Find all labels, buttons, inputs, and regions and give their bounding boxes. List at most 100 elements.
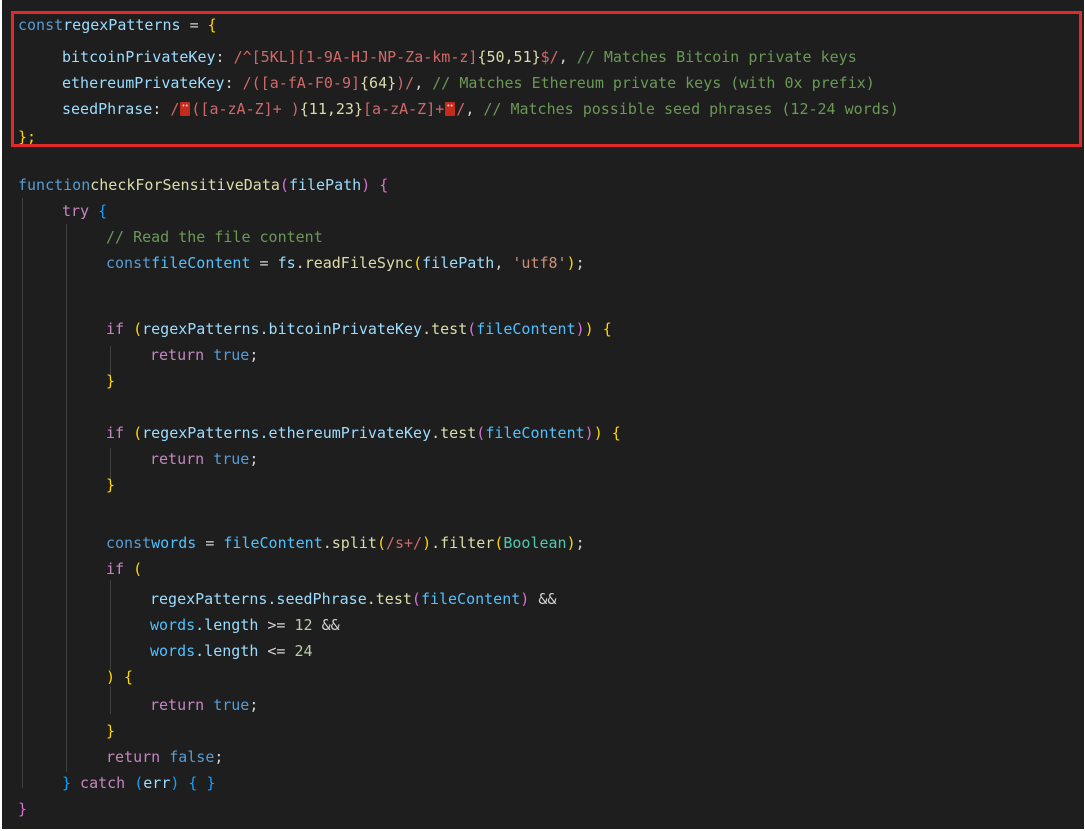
keyword-const: const — [106, 534, 152, 552]
identifier-words: words — [150, 642, 196, 660]
brace-open: { — [115, 668, 134, 686]
code-line-9: // Read the file content — [106, 224, 323, 250]
code-line-20: constwords = fileContent.split(/s+/).fil… — [106, 530, 585, 556]
keyword-catch: catch — [71, 774, 126, 792]
method-test: .test — [422, 320, 468, 338]
regex-part: [a-zA-Z]+ — [363, 100, 445, 118]
comment: // Matches Bitcoin private keys — [576, 48, 857, 66]
param-filePath: filePath — [288, 176, 362, 194]
method-filter: .filter — [431, 534, 495, 552]
comment: // Matches possible seed phrases (12-24 … — [483, 100, 899, 118]
identifier-words: words — [151, 534, 197, 552]
arg-fileContent: fileContent — [420, 590, 521, 608]
regex-quantifier: {50,51} — [477, 48, 541, 66]
code-line-26: return true; — [150, 692, 258, 718]
semicolon: ; — [214, 748, 224, 766]
keyword-function: function — [18, 176, 91, 194]
property-bitcoinPrivateKey: .bitcoinPrivateKey — [259, 320, 423, 338]
param-err: err — [143, 774, 171, 792]
number-24: 24 — [294, 642, 313, 660]
code-line-1: constregexPatterns = { — [18, 12, 217, 38]
identifier-regexPatterns: regexPatterns — [150, 590, 268, 608]
paren-open: ( — [124, 560, 143, 578]
code-line-3: ethereumPrivateKey: /([a-fA-F0-9]{64})/,… — [62, 70, 875, 96]
string-utf8: 'utf8' — [512, 254, 567, 272]
code-line-10: constfileContent = fs.readFileSync(fileP… — [106, 250, 585, 276]
code-line-18: } — [106, 472, 115, 498]
paren-open: ( — [413, 254, 423, 272]
code-line-8: try { — [62, 198, 107, 224]
arg-fileContent: fileContent — [476, 320, 576, 338]
dot: . — [295, 254, 305, 272]
colon: : — [152, 100, 171, 118]
class-Boolean: Boolean — [503, 534, 567, 552]
code-line-5: }; — [18, 124, 36, 150]
method-readFileSync: readFileSync — [304, 254, 414, 272]
brace-close: } — [62, 774, 72, 792]
brace-open: { — [593, 320, 612, 338]
code-line-25: ) { — [106, 664, 133, 690]
semicolon: ; — [575, 534, 585, 552]
semicolon: ; — [249, 346, 259, 364]
regex-quantifier: {64} — [360, 74, 397, 92]
identifier-regexPatterns: regexPatterns — [142, 424, 260, 442]
code-line-29: } catch (err) { } — [62, 770, 216, 796]
comment: // Matches Ethereum private keys (with 0… — [432, 74, 875, 92]
regex-part: / — [456, 100, 466, 118]
property-seedPhrase: .seedPhrase — [267, 590, 367, 608]
operator-and: && — [529, 590, 557, 608]
method-test: .test — [366, 590, 412, 608]
paren-open: ( — [376, 534, 386, 552]
code-line-2: bitcoinPrivateKey: /^[5KL][1-9A-HJ-NP-Za… — [62, 44, 857, 70]
paren-close: ) — [584, 320, 594, 338]
code-line-28: return false; — [106, 744, 223, 770]
paren-open: ( — [124, 320, 143, 338]
method-split: .split — [322, 534, 377, 552]
invalid-char-icon — [180, 99, 191, 116]
paren-open: ( — [467, 320, 477, 338]
indent-guide — [22, 198, 23, 788]
code-editor[interactable]: constregexPatterns = { bitcoinPrivateKey… — [2, 0, 1084, 829]
keyword-return: return — [150, 450, 205, 468]
identifier-fileContent: fileContent — [151, 254, 251, 272]
identifier-words: words — [150, 616, 196, 634]
comma: , — [414, 74, 433, 92]
brace-open: { — [370, 176, 389, 194]
arg-filePath: filePath — [422, 254, 495, 272]
comment: // Read the file content — [106, 228, 323, 246]
property-ethereumPrivateKey: ethereumPrivateKey — [62, 74, 225, 92]
code-line-13: return true; — [150, 342, 258, 368]
paren-close: ) — [593, 424, 603, 442]
keyword-if: if — [106, 424, 125, 442]
identifier-regexPatterns: regexPatterns — [142, 320, 260, 338]
paren-close: ) — [520, 590, 530, 608]
property-length: .length — [195, 616, 259, 634]
operator-lte: <= — [258, 642, 295, 660]
code-line-12: if (regexPatterns.bitcoinPrivateKey.test… — [106, 316, 612, 342]
code-line-17: return true; — [150, 446, 258, 472]
keyword-return: return — [106, 748, 161, 766]
paren-open: ( — [125, 774, 144, 792]
comma: , — [558, 48, 577, 66]
brace-open: { — [207, 16, 217, 34]
brace-close: } — [106, 722, 116, 740]
function-name: checkForSensitiveData — [90, 176, 280, 194]
code-line-22: regexPatterns.seedPhrase.test(fileConten… — [150, 586, 556, 612]
property-ethereumPrivateKey: .ethereumPrivateKey — [259, 424, 432, 442]
literal-true: true — [204, 346, 250, 364]
code-line-30: } — [18, 796, 27, 822]
paren-close: ) — [361, 176, 371, 194]
comma: , — [465, 100, 484, 118]
empty-block: { } — [179, 774, 216, 792]
keyword-return: return — [150, 696, 205, 714]
keyword-if: if — [106, 320, 125, 338]
code-line-24: words.length <= 24 — [150, 638, 313, 664]
paren-open: ( — [411, 590, 421, 608]
operator-assign: = — [180, 16, 208, 34]
paren-close: ) — [422, 534, 432, 552]
paren-close: ) — [566, 534, 576, 552]
literal-true: true — [204, 696, 250, 714]
paren-open: ( — [124, 424, 143, 442]
indent-guide — [110, 580, 111, 670]
operator-gte: >= — [258, 616, 295, 634]
